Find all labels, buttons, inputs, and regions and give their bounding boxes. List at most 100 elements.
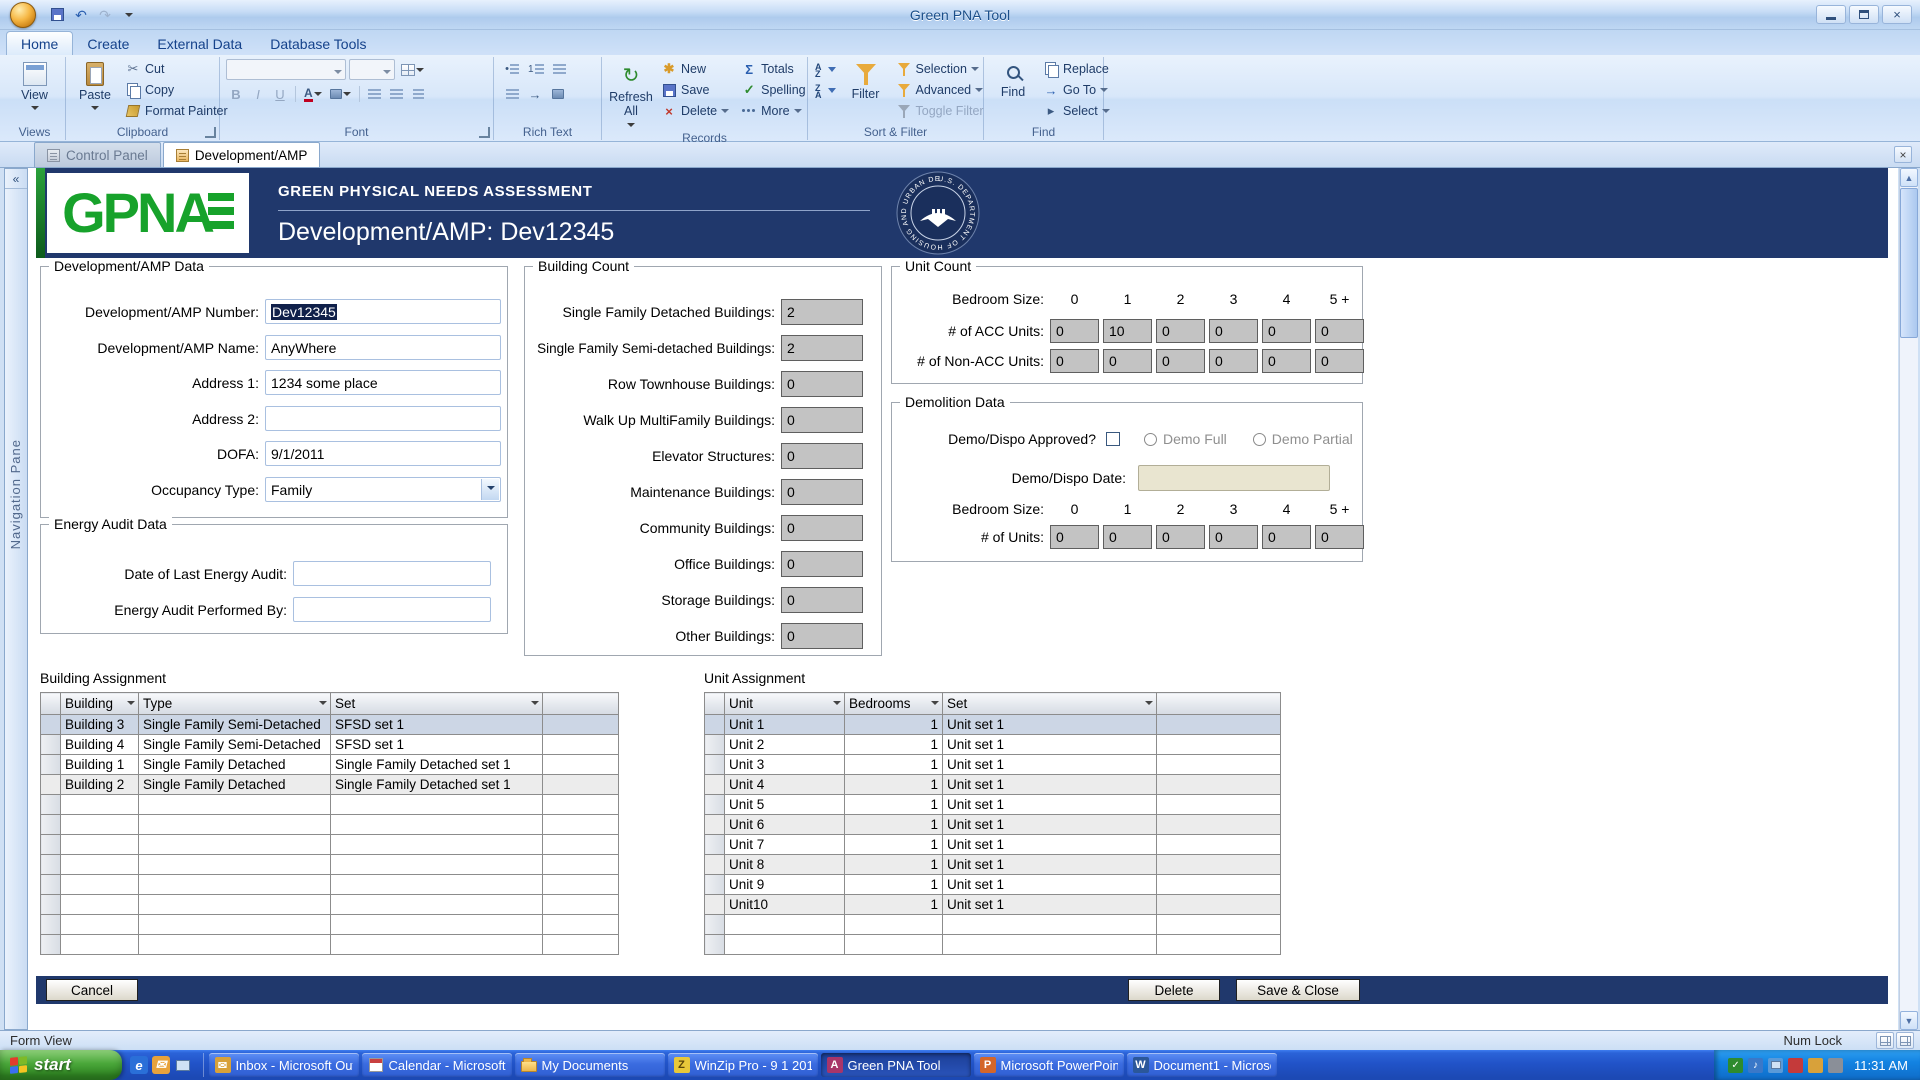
taskbar-task-calendar[interactable]: Calendar - Microsoft ... (362, 1053, 512, 1077)
demo-units-1-field[interactable]: 0 (1103, 525, 1152, 549)
acc-units-4-field[interactable]: 0 (1262, 319, 1311, 343)
non-acc-units-3-field[interactable]: 0 (1209, 349, 1258, 373)
advanced-filter-button[interactable]: Advanced (892, 80, 988, 100)
table-row[interactable]: Unit 9 1 Unit set 1 (705, 875, 1281, 895)
selection-button[interactable]: Selection (892, 59, 988, 79)
elevator-structures-field[interactable]: 0 (781, 443, 863, 469)
row-selector[interactable] (41, 775, 61, 795)
row-selector[interactable] (705, 795, 725, 815)
email-icon[interactable]: ✉ (152, 1056, 170, 1074)
column-dropdown-icon[interactable] (127, 701, 135, 709)
row-selector[interactable] (41, 755, 61, 775)
bullet-list-button[interactable]: • (502, 59, 522, 79)
unit-cell[interactable]: Unit 3 (725, 755, 845, 775)
datasheet-view-toggle-icon[interactable] (1896, 1032, 1914, 1049)
cancel-button[interactable]: Cancel (46, 979, 138, 1001)
display-icon[interactable] (1828, 1058, 1843, 1073)
row-selector[interactable] (705, 895, 725, 915)
row-selector[interactable] (705, 835, 725, 855)
select-all-cell[interactable] (705, 693, 725, 715)
taskbar-task-outlook[interactable]: ✉ Inbox - Microsoft Out... (209, 1053, 359, 1077)
acc-units-2-field[interactable]: 0 (1156, 319, 1205, 343)
scrollbar-thumb[interactable] (1900, 188, 1918, 338)
select-all-cell[interactable] (41, 693, 61, 715)
bedrooms-cell[interactable]: 1 (845, 795, 943, 815)
unit-cell[interactable]: Unit 8 (725, 855, 845, 875)
undo-icon[interactable]: ↶ (70, 5, 92, 25)
dropdown-arrow-icon[interactable] (481, 479, 499, 500)
column-dropdown-icon[interactable] (931, 701, 939, 709)
highlight-button[interactable] (548, 84, 568, 104)
bold-button[interactable]: B (226, 84, 246, 104)
volume-icon[interactable]: ♪ (1748, 1058, 1763, 1073)
bedrooms-cell[interactable]: 1 (845, 755, 943, 775)
start-button[interactable]: start (0, 1050, 122, 1080)
unit-cell[interactable]: Unit 4 (725, 775, 845, 795)
row-selector[interactable] (705, 715, 725, 735)
dialog-launcher-icon[interactable] (479, 127, 490, 138)
type-cell[interactable]: Single Family Semi-Detached (139, 715, 331, 735)
more-button[interactable]: More (737, 101, 809, 121)
unit-cell[interactable]: Unit 6 (725, 815, 845, 835)
align-right-button[interactable] (409, 84, 429, 104)
taskbar-task-my-documents[interactable]: My Documents (515, 1053, 665, 1077)
demo-units-4-field[interactable]: 0 (1262, 525, 1311, 549)
table-row[interactable]: Unit 7 1 Unit set 1 (705, 835, 1281, 855)
unit-cell[interactable]: Unit 9 (725, 875, 845, 895)
vertical-scrollbar[interactable]: ▲ ▼ (1899, 168, 1918, 1030)
bedrooms-cell[interactable]: 1 (845, 815, 943, 835)
toggle-filter-button[interactable]: Toggle Filter (892, 101, 988, 121)
table-row[interactable]: Unit 2 1 Unit set 1 (705, 735, 1281, 755)
row-townhouse-field[interactable]: 0 (781, 371, 863, 397)
decrease-indent-button[interactable] (550, 59, 570, 79)
dofa-field[interactable]: 9/1/2011 (265, 441, 501, 466)
taskbar-task-powerpoint[interactable]: P Microsoft PowerPoint ... (974, 1053, 1124, 1077)
close-button[interactable]: × (1882, 5, 1912, 24)
row-selector[interactable] (705, 815, 725, 835)
find-button[interactable]: Find (987, 59, 1039, 99)
set-cell[interactable]: Single Family Detached set 1 (331, 755, 543, 775)
taskbar-task-green-pna-tool[interactable]: A Green PNA Tool (821, 1053, 971, 1077)
set-cell[interactable]: SFSD set 1 (331, 715, 543, 735)
column-header-unit[interactable]: Unit (725, 693, 845, 715)
single-family-detached-field[interactable]: 2 (781, 299, 863, 325)
type-cell[interactable]: Single Family Semi-Detached (139, 735, 331, 755)
unit-cell[interactable]: Unit 5 (725, 795, 845, 815)
acc-units-5-field[interactable]: 0 (1315, 319, 1364, 343)
expand-navigation-pane-icon[interactable]: « (5, 169, 27, 189)
set-cell[interactable]: Unit set 1 (943, 815, 1157, 835)
walkup-multifamily-field[interactable]: 0 (781, 407, 863, 433)
table-row[interactable]: Unit 3 1 Unit set 1 (705, 755, 1281, 775)
table-empty-row[interactable] (41, 795, 619, 815)
single-family-semi-detached-field[interactable]: 2 (781, 335, 863, 361)
show-desktop-icon[interactable] (174, 1056, 192, 1074)
font-name-combo[interactable] (226, 59, 346, 80)
table-row[interactable]: Building 4 Single Family Semi-Detached S… (41, 735, 619, 755)
bedrooms-cell[interactable]: 1 (845, 855, 943, 875)
form-view-toggle-icon[interactable] (1876, 1032, 1894, 1049)
sort-descending-button[interactable]: ZA (811, 82, 840, 102)
acc-units-1-field[interactable]: 10 (1103, 319, 1152, 343)
unit-cell[interactable]: Unit 2 (725, 735, 845, 755)
table-empty-row[interactable] (41, 835, 619, 855)
fill-color-button[interactable] (327, 84, 354, 104)
table-row[interactable]: Building 3 Single Family Semi-Detached S… (41, 715, 619, 735)
set-cell[interactable]: Single Family Detached set 1 (331, 775, 543, 795)
office-buildings-field[interactable]: 0 (781, 551, 863, 577)
demo-units-5-field[interactable]: 0 (1315, 525, 1364, 549)
table-row[interactable]: Unit10 1 Unit set 1 (705, 895, 1281, 915)
acc-units-0-field[interactable]: 0 (1050, 319, 1099, 343)
non-acc-units-2-field[interactable]: 0 (1156, 349, 1205, 373)
bedrooms-cell[interactable]: 1 (845, 835, 943, 855)
increase-indent-button[interactable] (502, 84, 522, 104)
delete-button[interactable]: Delete (1128, 979, 1220, 1001)
column-header-building[interactable]: Building (61, 693, 139, 715)
unit-cell[interactable]: Unit 1 (725, 715, 845, 735)
table-empty-row[interactable] (41, 875, 619, 895)
table-empty-row[interactable] (41, 815, 619, 835)
underline-button[interactable]: U (270, 84, 290, 104)
align-left-button[interactable] (365, 84, 385, 104)
building-cell[interactable]: Building 1 (61, 755, 139, 775)
development-amp-number-field[interactable]: Dev12345 (265, 299, 501, 324)
filter-button[interactable]: Filter (840, 59, 892, 101)
